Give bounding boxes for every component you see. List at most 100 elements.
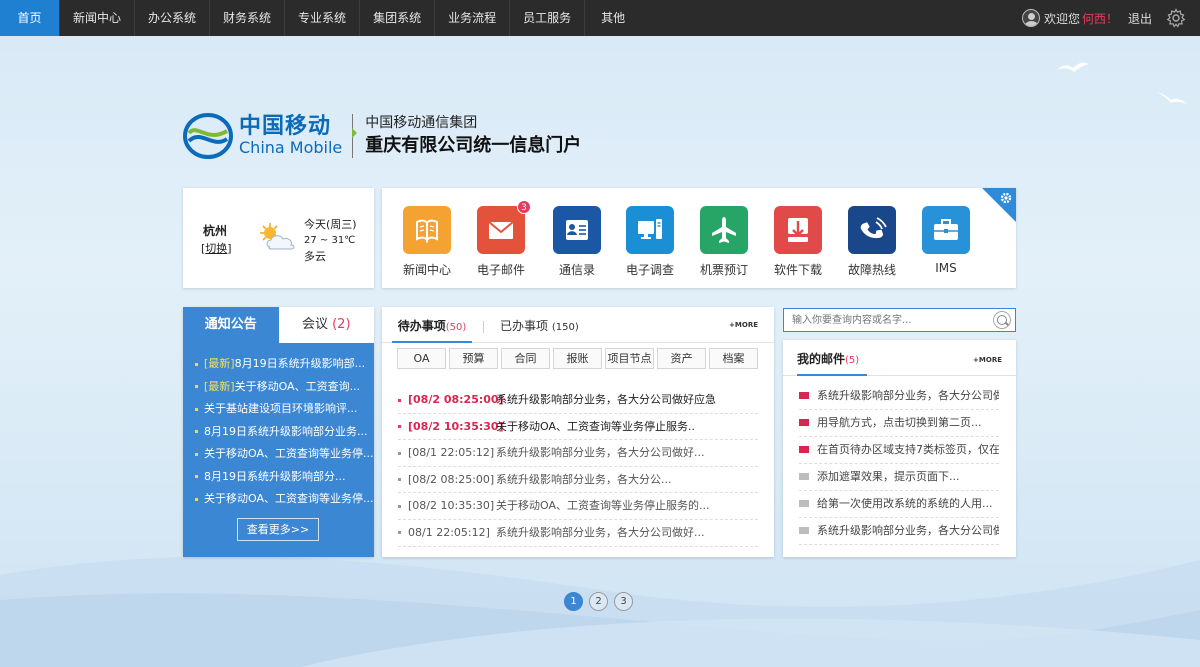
nav-item-8[interactable]: 其他: [585, 0, 641, 36]
tab-done[interactable]: 已办事项 (150): [500, 307, 579, 343]
tab-meeting-count: (2): [332, 317, 351, 332]
app-tile: [700, 206, 748, 254]
app-phone[interactable]: 故障热线: [837, 206, 907, 278]
mail-subject: 用导航方式，点击切换到第二页...: [817, 416, 982, 429]
todo-item[interactable]: [08/2 10:35:30]关于移动OA、工资查询等业务停止服务..: [398, 414, 758, 441]
app-tile: [403, 206, 451, 254]
todo-list: [08/2 08:25:00]系统升级影响部分业务，各大分公司做好应急 [08/2…: [398, 387, 758, 547]
notice-item[interactable]: 关于基站建设项目环境影响评...: [195, 398, 374, 421]
notice-item[interactable]: 8月19日系统升级影响部分...: [195, 466, 374, 489]
page-button-1[interactable]: 1: [564, 592, 583, 611]
notice-item[interactable]: 关于移动OA、工资查询等业务停...: [195, 443, 374, 466]
view-more-button[interactable]: 查看更多>>: [237, 518, 319, 541]
nav-item-6[interactable]: 业务流程: [435, 0, 511, 36]
app-download[interactable]: 软件下载: [763, 206, 833, 278]
app-computer[interactable]: 电子调查: [615, 206, 685, 278]
mail-subject: 添加遮罩效果，提示页面下...: [817, 470, 960, 483]
app-book[interactable]: 新闻中心: [392, 206, 462, 278]
notice-item[interactable]: 8月19日系统升级影响部分业务...: [195, 421, 374, 444]
bullet: [398, 504, 401, 508]
app-contact-card[interactable]: 通信录: [542, 206, 612, 278]
apps-panel: 新闻中心 3 电子邮件 通信录 电子调查 机票预订 软件下载 故障热线 IMS: [382, 188, 1016, 288]
filter-tab-4[interactable]: 项目节点: [605, 348, 654, 369]
todo-item[interactable]: [08/2 08:25:00]系统升级影响部分业务，各大分公司做好应急: [398, 387, 758, 414]
nav-item-3[interactable]: 财务系统: [210, 0, 286, 36]
mail-panel: 我的邮件(5) +MORE 系统升级影响部分业务，各大分公司做... 用导航方式，…: [783, 340, 1016, 557]
search-icon[interactable]: [993, 311, 1011, 329]
nav-item-7[interactable]: 员工服务: [510, 0, 586, 36]
page-button-2[interactable]: 2: [589, 592, 608, 611]
search-input[interactable]: [784, 309, 984, 331]
weather-condition: 多云: [304, 250, 326, 263]
mail-more-link[interactable]: +MORE: [973, 356, 1002, 364]
search-box: [783, 308, 1016, 332]
mail-item[interactable]: 在首页待办区域支持7类标签页，仅在...: [799, 437, 999, 464]
todo-tabs: 待办事项(50) 已办事项 (150) +MORE: [382, 307, 774, 343]
todo-text: 关于移动OA、工资查询等业务停止服务..: [496, 419, 695, 433]
mail-subject: 系统升级影响部分业务，各大分公司做...: [817, 389, 999, 402]
nav-item-1[interactable]: 新闻中心: [60, 0, 136, 36]
app-label: 电子邮件: [476, 263, 525, 277]
logo-en-text: China Mobile: [239, 138, 343, 157]
mail-item[interactable]: 系统升级影响部分业务，各大分公司做...: [799, 383, 999, 410]
filter-tab-6[interactable]: 档案: [709, 348, 758, 369]
gear-icon[interactable]: [1000, 192, 1012, 204]
notice-text: 8月19日系统升级影响部分业务...: [204, 424, 368, 438]
todo-item[interactable]: [08/2 10:35:30] 关于移动OA、工资查询等业务停止服务的...: [398, 493, 758, 520]
todo-panel: 待办事项(50) 已办事项 (150) +MORE OA 预算 合同 报账 项目节点 资产…: [382, 307, 774, 557]
nav-item-2[interactable]: 办公系统: [135, 0, 211, 36]
nav-item-4[interactable]: 专业系统: [285, 0, 361, 36]
tab-pending-count: (50): [445, 322, 467, 333]
weather-switch[interactable]: [切换]: [201, 240, 232, 256]
todo-text: 系统升级影响部分业务，各大分公司做好...: [496, 525, 705, 539]
mail-item[interactable]: 系统升级影响部分业务，各大分公司做...: [799, 518, 999, 545]
notice-item[interactable]: [最新]关于移动OA、工资查询...: [195, 376, 374, 399]
nav-item-0[interactable]: 首页: [0, 0, 60, 36]
notice-text: 关于基站建设项目环境影响评...: [204, 402, 358, 415]
filter-tab-2[interactable]: 合同: [501, 348, 550, 369]
mail-header: 我的邮件(5) +MORE: [783, 340, 1016, 376]
app-airplane[interactable]: 机票预订: [689, 206, 759, 278]
filter-tab-0[interactable]: OA: [397, 348, 446, 369]
page-button-3[interactable]: 3: [614, 592, 633, 611]
mail-title[interactable]: 我的邮件(5): [797, 340, 868, 376]
todo-date: [08/2 10:35:30]: [408, 499, 495, 513]
todo-item[interactable]: 08/1 22:05:12] 系统升级影响部分业务，各大分公司做好...: [398, 520, 758, 547]
china-mobile-logo: 中国移动 China Mobile 中国移动通信集团 重庆有限公司统一信息门户: [183, 113, 581, 159]
top-navbar: 首页 新闻中心 办公系统 财务系统 专业系统 集团系统 业务流程 员工服务 其他 欢迎您 何西！…: [0, 0, 1200, 36]
todo-item[interactable]: [08/1 22:05:12] 系统升级影响部分业务，各大分公司做好...: [398, 440, 758, 467]
filter-tab-5[interactable]: 资产: [657, 348, 706, 369]
tab-done-count: (150): [551, 322, 579, 333]
bird-icon: [1057, 62, 1089, 72]
bullet: [195, 452, 198, 456]
gear-icon[interactable]: [1166, 8, 1186, 28]
envelope-icon: [799, 499, 809, 507]
nav-item-5[interactable]: 集团系统: [360, 0, 436, 36]
mail-item[interactable]: 添加遮罩效果，提示页面下...: [799, 464, 999, 491]
bullet: [195, 475, 198, 478]
notice-item[interactable]: 关于移动OA、工资查询等业务停...: [195, 488, 374, 511]
tab-pending-label: 待办事项: [397, 319, 446, 333]
mail-item[interactable]: 用导航方式，点击切换到第二页...: [799, 410, 999, 437]
logout-link[interactable]: 退出: [1128, 10, 1152, 27]
mail-item[interactable]: 给第一次使用改系统的系统的人用...: [799, 491, 999, 518]
app-tile: [774, 206, 822, 254]
tab-notice[interactable]: 通知公告: [183, 307, 279, 343]
weather-switch-link[interactable]: 切换: [205, 242, 227, 255]
bullet: [195, 362, 198, 366]
todo-more-link[interactable]: +MORE: [729, 321, 758, 329]
briefcase-icon: [934, 219, 958, 240]
tab-separator: [483, 321, 484, 333]
filter-tab-3[interactable]: 报账: [553, 348, 602, 369]
app-mail[interactable]: 3 电子邮件: [466, 200, 536, 278]
todo-item[interactable]: [08/2 08:25:00] 系统升级影响部分业务，各大分公...: [398, 467, 758, 494]
user-name[interactable]: 何西！: [1082, 10, 1118, 27]
china-mobile-logo-icon: [183, 113, 233, 159]
notice-item[interactable]: [最新]8月19日系统升级影响部...: [195, 353, 374, 376]
tab-pending[interactable]: 待办事项(50): [392, 307, 472, 343]
user-avatar-icon[interactable]: [1021, 9, 1040, 27]
phone-icon: [860, 217, 887, 239]
tab-meeting[interactable]: 会议 (2): [278, 307, 374, 343]
app-briefcase[interactable]: IMS: [911, 206, 981, 275]
filter-tab-1[interactable]: 预算: [449, 348, 498, 369]
